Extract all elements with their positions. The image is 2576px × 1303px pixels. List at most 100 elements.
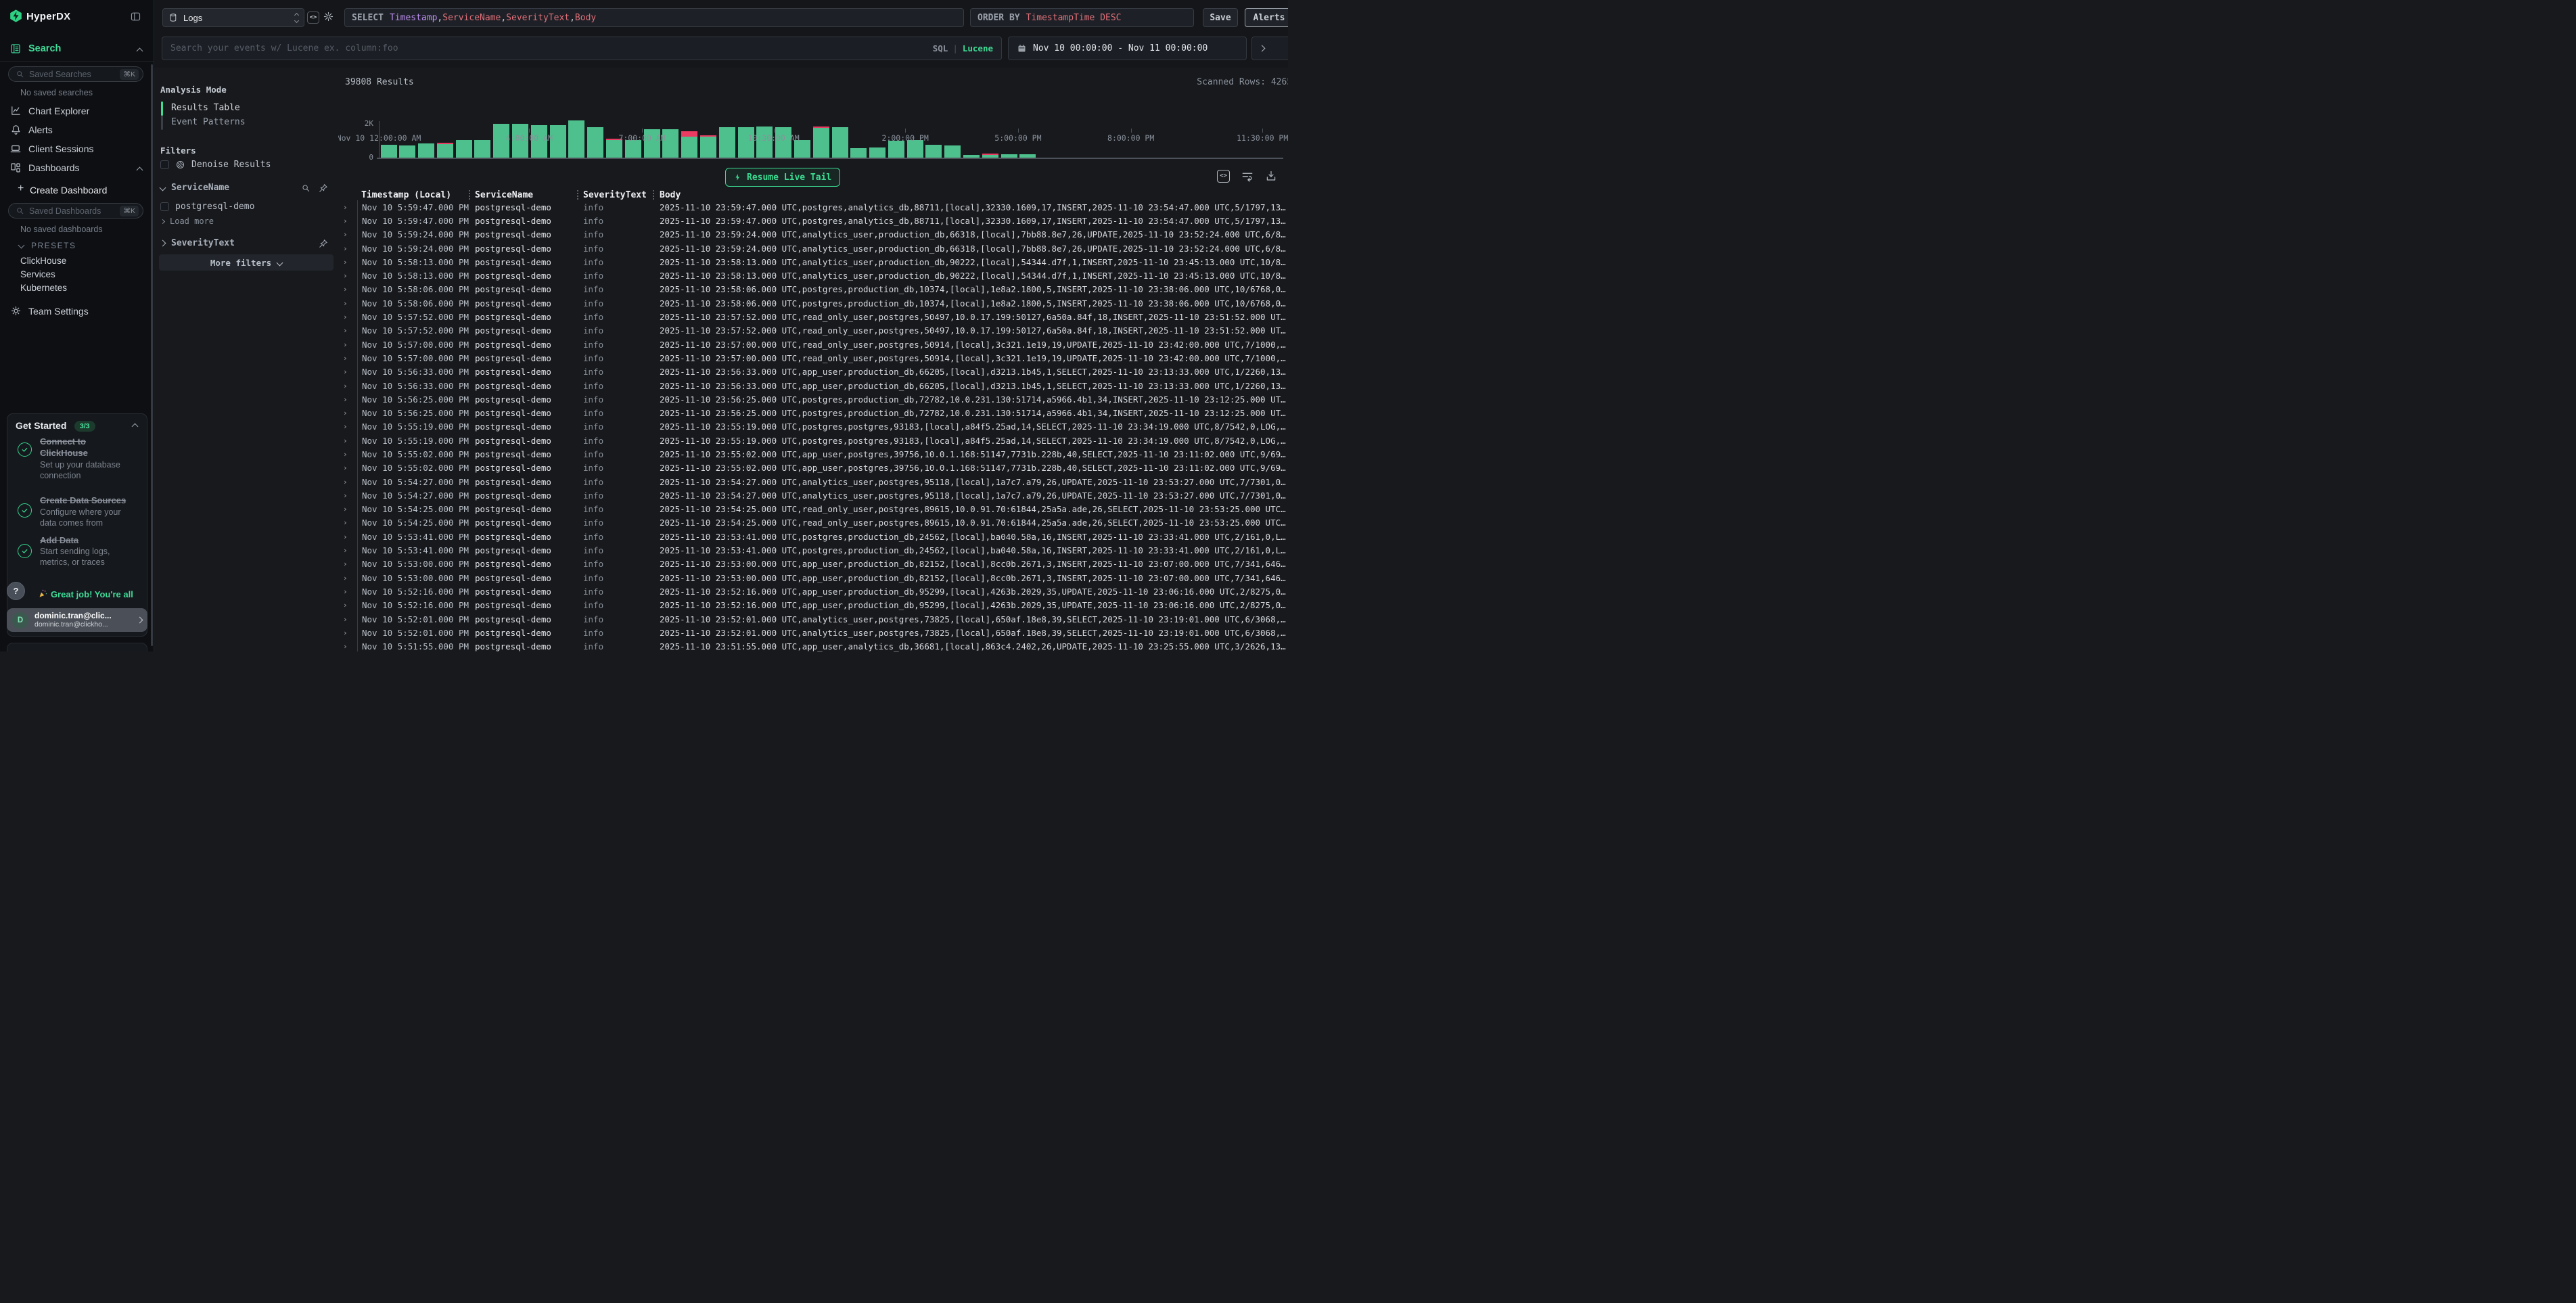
column-resize-handle[interactable]	[653, 190, 654, 200]
row-expand-chevron-icon[interactable]: ›	[338, 230, 357, 239]
table-row[interactable]: ›Nov 10 5:53:41.000 PMpostgresql-demoinf…	[338, 543, 1288, 557]
presets-section-label[interactable]: PRESETS	[31, 241, 76, 250]
table-row[interactable]: ›Nov 10 5:51:55.000 PMpostgresql-demoinf…	[338, 640, 1288, 652]
table-row[interactable]: ›Nov 10 5:58:06.000 PMpostgresql-demoinf…	[338, 283, 1288, 296]
table-row[interactable]: ›Nov 10 5:58:13.000 PMpostgresql-demoinf…	[338, 255, 1288, 269]
table-row[interactable]: ›Nov 10 5:56:25.000 PMpostgresql-demoinf…	[338, 406, 1288, 419]
table-row[interactable]: ›Nov 10 5:59:47.000 PMpostgresql-demoinf…	[338, 200, 1288, 214]
resume-live-tail-button[interactable]: Resume Live Tail	[725, 168, 840, 187]
row-expand-chevron-icon[interactable]: ›	[338, 409, 357, 417]
filter-value-row[interactable]: postgresql-demo	[160, 202, 254, 212]
column-resize-handle[interactable]	[577, 190, 578, 200]
row-expand-chevron-icon[interactable]: ›	[338, 285, 357, 294]
save-button[interactable]: Save	[1203, 8, 1238, 27]
mode-event-patterns[interactable]: Event Patterns	[171, 117, 246, 127]
search-input[interactable]: Search your events w/ Lucene ex. column:…	[162, 37, 1002, 60]
service-checkbox[interactable]	[160, 202, 169, 211]
table-row[interactable]: ›Nov 10 5:55:02.000 PMpostgresql-demoinf…	[338, 461, 1288, 475]
row-expand-chevron-icon[interactable]: ›	[338, 478, 357, 486]
get-started-step-title[interactable]: Connect toClickHouse	[40, 436, 88, 459]
row-expand-chevron-icon[interactable]: ›	[338, 642, 357, 651]
table-row[interactable]: ›Nov 10 5:54:27.000 PMpostgresql-demoinf…	[338, 488, 1288, 502]
row-expand-chevron-icon[interactable]: ›	[338, 299, 357, 308]
table-row[interactable]: ›Nov 10 5:55:02.000 PMpostgresql-demoinf…	[338, 447, 1288, 461]
presets-chevron-icon[interactable]	[18, 242, 25, 249]
histogram-bar[interactable]	[925, 145, 942, 158]
preset-clickhouse[interactable]: ClickHouse	[20, 256, 66, 266]
histogram-bar[interactable]	[850, 148, 867, 158]
table-row[interactable]: ›Nov 10 5:57:00.000 PMpostgresql-demoinf…	[338, 351, 1288, 365]
row-expand-chevron-icon[interactable]: ›	[338, 216, 357, 225]
table-row[interactable]: ›Nov 10 5:56:33.000 PMpostgresql-demoinf…	[338, 379, 1288, 392]
filter-group-servicename[interactable]: ServiceName	[160, 183, 334, 193]
table-row[interactable]: ›Nov 10 5:54:25.000 PMpostgresql-demoinf…	[338, 503, 1288, 516]
row-expand-chevron-icon[interactable]: ›	[338, 559, 357, 568]
code-editor-toggle-button[interactable]: <>	[307, 12, 319, 24]
denoise-checkbox[interactable]	[160, 160, 169, 169]
user-profile-button[interactable]: D dominic.tran@clic... dominic.tran@clic…	[7, 608, 147, 632]
histogram-bar[interactable]	[869, 147, 886, 158]
row-expand-chevron-icon[interactable]: ›	[338, 574, 357, 582]
download-icon[interactable]	[1265, 170, 1277, 182]
row-expand-chevron-icon[interactable]: ›	[338, 628, 357, 637]
column-header-severitytext[interactable]: SeverityText	[583, 190, 647, 200]
denoise-results-row[interactable]: Denoise Results	[160, 160, 271, 170]
row-expand-chevron-icon[interactable]: ›	[338, 491, 357, 500]
table-row[interactable]: ›Nov 10 5:53:41.000 PMpostgresql-demoinf…	[338, 530, 1288, 543]
row-expand-chevron-icon[interactable]: ›	[338, 546, 357, 555]
table-row[interactable]: ›Nov 10 5:54:27.000 PMpostgresql-demoinf…	[338, 475, 1288, 488]
sidebar-item-search[interactable]: Search	[28, 43, 61, 54]
saved-dashboards-input[interactable]: Saved Dashboards ⌘K	[8, 203, 143, 219]
column-header-body[interactable]: Body	[660, 190, 681, 200]
search-collapse-chevron-icon[interactable]	[137, 48, 143, 55]
run-query-button[interactable]	[1251, 37, 1288, 60]
sidebar-item-client-sessions[interactable]: Client Sessions	[28, 143, 94, 154]
query-settings-gear-icon[interactable]	[323, 11, 334, 22]
date-range-picker[interactable]: Nov 10 00:00:00 - Nov 11 00:00:00	[1008, 37, 1247, 60]
table-row[interactable]: ›Nov 10 5:57:52.000 PMpostgresql-demoinf…	[338, 324, 1288, 338]
orderby-input[interactable]: ORDER BY TimestampTime DESC	[970, 8, 1194, 27]
table-row[interactable]: ›Nov 10 5:57:52.000 PMpostgresql-demoinf…	[338, 310, 1288, 323]
table-row[interactable]: ›Nov 10 5:53:00.000 PMpostgresql-demoinf…	[338, 571, 1288, 585]
table-row[interactable]: ›Nov 10 5:58:13.000 PMpostgresql-demoinf…	[338, 269, 1288, 282]
table-row[interactable]: ›Nov 10 5:52:01.000 PMpostgresql-demoinf…	[338, 612, 1288, 626]
row-expand-chevron-icon[interactable]: ›	[338, 244, 357, 253]
histogram-bar[interactable]	[381, 145, 397, 158]
sidebar-item-dashboards[interactable]: Dashboards	[28, 162, 80, 173]
row-expand-chevron-icon[interactable]: ›	[338, 354, 357, 363]
column-header-servicename[interactable]: ServiceName	[475, 190, 533, 200]
table-row[interactable]: ›Nov 10 5:56:25.000 PMpostgresql-demoinf…	[338, 392, 1288, 406]
table-row[interactable]: ›Nov 10 5:53:00.000 PMpostgresql-demoinf…	[338, 557, 1288, 571]
row-expand-chevron-icon[interactable]: ›	[338, 505, 357, 513]
column-resize-handle[interactable]	[469, 190, 470, 200]
histogram-bar[interactable]	[399, 145, 415, 158]
histogram-bar[interactable]	[944, 145, 961, 158]
row-expand-chevron-icon[interactable]: ›	[338, 422, 357, 431]
mode-results-table[interactable]: Results Table	[171, 103, 240, 113]
get-started-collapse-chevron-icon[interactable]	[132, 424, 139, 430]
row-expand-chevron-icon[interactable]: ›	[338, 340, 357, 349]
table-row[interactable]: ›Nov 10 5:52:16.000 PMpostgresql-demoinf…	[338, 585, 1288, 598]
row-expand-chevron-icon[interactable]: ›	[338, 587, 357, 596]
preset-kubernetes[interactable]: Kubernetes	[20, 283, 67, 293]
dashboards-collapse-chevron-icon[interactable]	[137, 167, 143, 174]
row-expand-chevron-icon[interactable]: ›	[338, 367, 357, 376]
table-row[interactable]: ›Nov 10 5:54:25.000 PMpostgresql-demoinf…	[338, 516, 1288, 530]
sidebar-collapse-icon[interactable]	[130, 11, 141, 22]
row-expand-chevron-icon[interactable]: ›	[338, 313, 357, 321]
pin-icon[interactable]	[319, 183, 328, 193]
load-more-row[interactable]: Load more	[161, 216, 214, 226]
row-expand-chevron-icon[interactable]: ›	[338, 615, 357, 624]
table-row[interactable]: ›Nov 10 5:56:33.000 PMpostgresql-demoinf…	[338, 365, 1288, 379]
view-source-button[interactable]: <>	[1217, 170, 1230, 183]
table-row[interactable]: ›Nov 10 5:52:16.000 PMpostgresql-demoinf…	[338, 599, 1288, 612]
language-toggle-sql[interactable]: SQL	[933, 43, 948, 53]
row-expand-chevron-icon[interactable]: ›	[338, 271, 357, 280]
table-row[interactable]: ›Nov 10 5:58:06.000 PMpostgresql-demoinf…	[338, 296, 1288, 310]
table-row[interactable]: ›Nov 10 5:57:00.000 PMpostgresql-demoinf…	[338, 338, 1288, 351]
select-columns-input[interactable]: SELECT Timestamp,ServiceName,SeverityTex…	[344, 8, 964, 27]
filter-search-icon[interactable]	[301, 183, 310, 193]
sidebar-item-team-settings[interactable]: Team Settings	[28, 306, 89, 317]
row-expand-chevron-icon[interactable]: ›	[338, 258, 357, 267]
alerts-button[interactable]: Alerts	[1245, 8, 1288, 27]
